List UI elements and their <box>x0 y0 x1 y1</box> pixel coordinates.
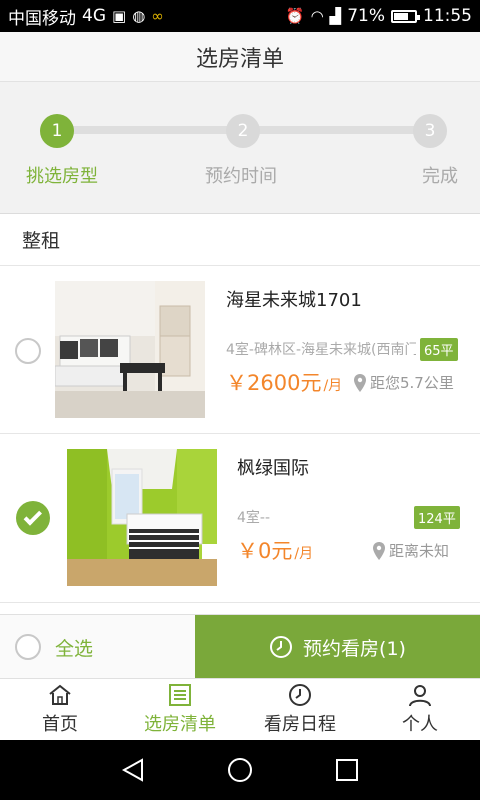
listing-price: ￥2600元/月 <box>226 367 342 397</box>
wifi-icon: ◠ <box>310 6 324 25</box>
listing-row[interactable]: 枫绿国际 4室-- 124平 ￥0元/月 距离未知 <box>0 435 480 603</box>
listing-name[interactable]: 海星未来城1701 <box>226 286 362 312</box>
tab-selection-list-label: 选房清单 <box>144 714 216 735</box>
price-unit: /月 <box>323 378 343 394</box>
section-header: 整租 <box>0 214 480 266</box>
distance-label: 距您5.7公里 <box>370 374 454 392</box>
time-label: 11:55 <box>423 6 472 26</box>
tab-selection-list[interactable]: 选房清单 <box>120 679 240 740</box>
step-3-label: 完成 <box>422 166 458 187</box>
app-header: 选房清单 <box>0 32 480 82</box>
tab-schedule[interactable]: 看房日程 <box>240 679 360 740</box>
signal-icon: ▟ <box>329 6 342 25</box>
select-all-toggle[interactable]: 全选 <box>0 615 195 679</box>
listing-list[interactable]: 海星未来城1701 4室-碑林区-海星未来城(西南门) 65平 ￥2600元/月… <box>0 266 480 614</box>
alarm-icon: ⏰ <box>285 6 305 25</box>
list-icon <box>169 684 191 706</box>
listing-address: 4室-碑林区-海星未来城(西南门) <box>226 342 416 358</box>
step-2-label: 预约时间 <box>205 166 277 187</box>
clock-icon <box>289 684 311 706</box>
bottom-tab-bar: 首页 选房清单 看房日程 个人 <box>0 678 480 740</box>
listing-select-radio[interactable] <box>15 338 41 364</box>
battery-icon <box>391 9 420 23</box>
carrier-label: 中国移动 <box>8 8 76 29</box>
checkmark-icon <box>23 506 42 526</box>
tab-home-label: 首页 <box>42 714 78 735</box>
book-viewing-label: 预约看房(1) <box>303 637 406 660</box>
step-1-label: 挑选房型 <box>26 166 98 187</box>
listing-photo[interactable] <box>67 449 217 586</box>
progress-steps: 1 2 3 挑选房型 预约时间 完成 <box>0 82 480 214</box>
listing-distance: 距您5.7公里 <box>353 372 454 393</box>
tab-profile-label: 个人 <box>402 714 438 735</box>
price-amount: ￥2600元 <box>226 371 322 395</box>
step-connector <box>243 126 431 134</box>
home-icon <box>49 684 71 705</box>
price-amount: ￥0元 <box>237 539 293 563</box>
listing-price: ￥0元/月 <box>237 535 313 565</box>
clock-icon <box>270 636 293 658</box>
area-badge: 124平 <box>414 506 460 529</box>
tab-profile[interactable]: 个人 <box>360 679 480 740</box>
tab-schedule-label: 看房日程 <box>264 714 336 735</box>
listing-address: 4室-- <box>237 510 271 526</box>
action-bar: 全选 预约看房(1) <box>0 614 480 679</box>
message-icon: ◍ <box>132 6 146 25</box>
back-icon[interactable] <box>118 755 148 785</box>
battery-label: 71% <box>347 6 385 26</box>
location-pin-icon <box>373 541 385 560</box>
infinity-icon: ∞ <box>151 6 164 25</box>
image-icon: ▣ <box>112 6 127 25</box>
page-title: 选房清单 <box>195 46 284 72</box>
distance-label: 距离未知 <box>389 542 450 560</box>
tab-home[interactable]: 首页 <box>0 679 120 740</box>
network-label: 4G <box>82 6 106 26</box>
status-bar: 中国移动 4G ▣ ◍ ∞ ⏰ ◠ ▟ 71% 11:55 <box>0 0 480 32</box>
step-3-circle: 3 <box>413 114 447 148</box>
listing-row[interactable]: 海星未来城1701 4室-碑林区-海星未来城(西南门) 65平 ￥2600元/月… <box>0 266 480 434</box>
step-connector <box>62 126 242 134</box>
price-unit: /月 <box>294 546 314 562</box>
listing-distance: 距离未知 <box>372 540 449 561</box>
location-pin-icon <box>354 373 366 392</box>
select-all-radio[interactable] <box>15 634 41 660</box>
person-icon <box>409 685 431 707</box>
step-2-circle: 2 <box>226 114 260 148</box>
book-viewing-button[interactable]: 预约看房(1) <box>195 615 480 679</box>
listing-name[interactable]: 枫绿国际 <box>237 454 309 480</box>
recent-apps-icon[interactable] <box>332 755 362 785</box>
area-badge: 65平 <box>420 338 458 361</box>
listing-select-radio-checked[interactable] <box>16 501 50 535</box>
step-1-circle: 1 <box>40 114 74 148</box>
listing-photo[interactable] <box>55 281 205 418</box>
system-nav-bar <box>0 740 480 800</box>
select-all-label[interactable]: 全选 <box>55 634 93 661</box>
home-button-icon[interactable] <box>225 755 255 785</box>
